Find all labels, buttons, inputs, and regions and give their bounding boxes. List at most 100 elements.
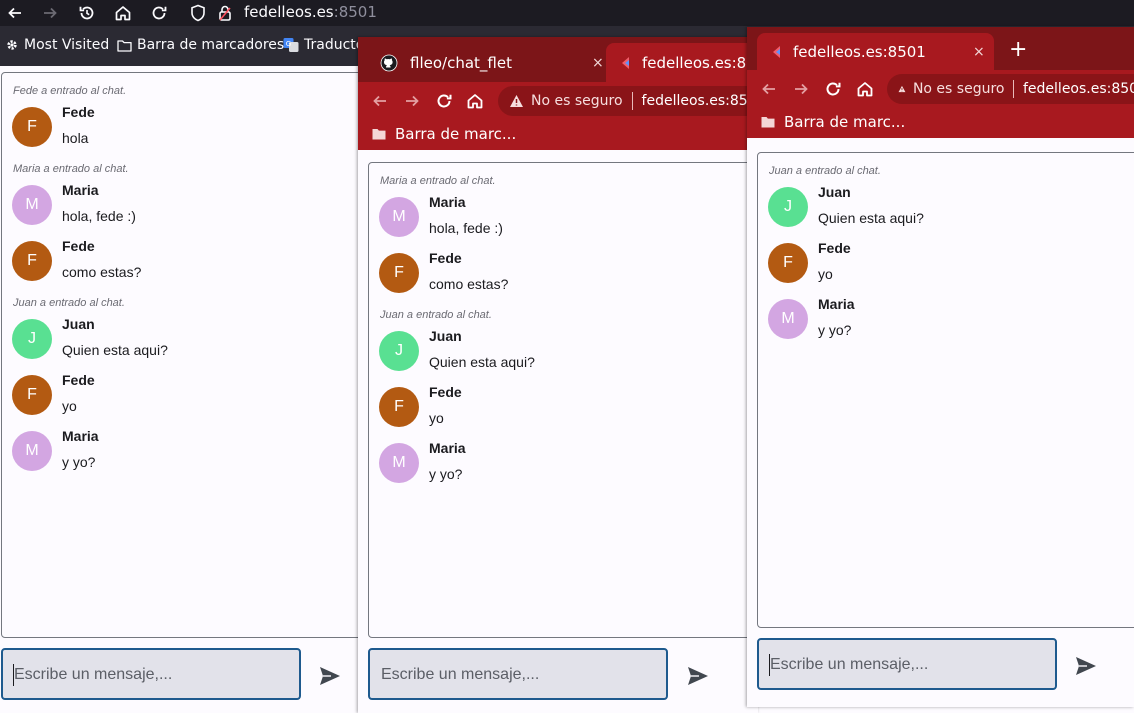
tab-fedelleos[interactable]: fedelleos.es:8501 ×	[757, 33, 994, 70]
arrow-right-icon	[406, 95, 419, 107]
avatar: J	[12, 319, 52, 359]
omnibox[interactable]: No es seguro fedelleos.es:8501	[887, 74, 1134, 104]
forward-button[interactable]	[790, 78, 812, 100]
tab-strip: fedelleos.es:8501 × +	[747, 27, 1134, 70]
message-input-box[interactable]	[757, 638, 1057, 690]
bookmark-most-visited[interactable]: Most Visited	[5, 37, 109, 53]
folder-icon	[117, 39, 132, 52]
arrow-left-icon	[373, 95, 386, 107]
message-input-box[interactable]	[1, 648, 301, 700]
reload-icon	[826, 82, 841, 96]
warning-icon	[510, 95, 523, 107]
bookmark-folder-barra[interactable]: Barra de marcadores	[117, 37, 284, 53]
security-label: No es seguro	[531, 93, 623, 109]
close-tab-icon[interactable]: ×	[973, 44, 985, 60]
back-button[interactable]	[758, 78, 780, 100]
url-bar[interactable]: fedelleos.es:8501	[244, 3, 377, 21]
reload-button[interactable]	[822, 78, 844, 100]
home-button[interactable]	[854, 78, 876, 100]
chat-list[interactable]: Maria a entrado al chat. M Maria hola, fede…	[368, 162, 758, 638]
google-translate-icon: G	[283, 38, 299, 52]
bookmark-folder[interactable]: Barra de marc...	[761, 113, 905, 131]
bookmark-label: Most Visited	[24, 37, 110, 53]
firefox-toolbar: fedelleos.es:8501	[0, 0, 1134, 26]
forward-button[interactable]	[39, 2, 61, 24]
message-username: Fede	[429, 250, 462, 266]
connection-info-button[interactable]	[214, 2, 236, 24]
arrow-left-icon	[8, 7, 21, 19]
join-notice: Maria a entrado al chat.	[13, 163, 129, 175]
forward-button[interactable]	[401, 90, 423, 112]
join-notice: Juan a entrado al chat.	[380, 309, 492, 321]
message-username: Fede	[62, 104, 95, 120]
bookmark-traductor[interactable]: G Traducto	[283, 37, 364, 53]
join-notice: Juan a entrado al chat.	[13, 297, 125, 309]
back-button[interactable]	[369, 90, 391, 112]
message-text: Quien esta aqui?	[818, 210, 924, 226]
chat-list[interactable]: Fede a entrado al chat. F Fede hola Maria a …	[1, 72, 383, 638]
message-username: Juan	[62, 316, 95, 332]
message-text: yo	[818, 266, 833, 282]
folder-icon	[761, 117, 775, 128]
message-input-box[interactable]	[368, 648, 668, 700]
chat-list[interactable]: Juan a entrado al chat. J Juan Quien esta a…	[757, 152, 1134, 628]
svg-text:G: G	[286, 40, 291, 48]
bookmark-folder[interactable]: Barra de marc...	[372, 125, 516, 143]
message-text: yo	[62, 398, 77, 414]
send-button[interactable]	[1071, 651, 1101, 681]
tab-label: fedelleos.es:8501	[793, 42, 926, 61]
avatar: M	[768, 299, 808, 339]
message-username: Fede	[429, 384, 462, 400]
new-tab-button[interactable]: +	[1009, 37, 1027, 62]
reload-button[interactable]	[433, 90, 455, 112]
message-input[interactable]	[12, 650, 294, 700]
chrome-bookmarks-bar: Barra de marc...	[747, 108, 1134, 138]
reload-button[interactable]	[148, 2, 170, 24]
tab-label: fedelleos.es:850	[642, 53, 758, 72]
send-button[interactable]	[683, 661, 713, 691]
tab-fedelleos[interactable]: fedelleos.es:850	[606, 43, 758, 82]
bookmark-label: Barra de marc...	[784, 113, 906, 131]
omnibox[interactable]: No es seguro fedelleos.es:8501	[498, 86, 758, 116]
reload-icon	[152, 6, 167, 20]
message-input[interactable]	[379, 650, 661, 700]
bookmark-label: Barra de marcadores	[137, 37, 285, 53]
message-text: hola, fede :)	[62, 208, 136, 224]
tab-strip: flleo/chat_flet × fedelleos.es:850	[358, 37, 758, 82]
back-button[interactable]	[4, 2, 26, 24]
join-notice: Juan a entrado al chat.	[769, 165, 881, 177]
message-username: Fede	[62, 238, 95, 254]
message-text: hola, fede :)	[429, 220, 503, 236]
reload-icon	[437, 94, 452, 108]
omnibox-separator	[1013, 80, 1014, 98]
message-username: Maria	[429, 440, 466, 456]
home-button[interactable]	[464, 90, 486, 112]
history-button[interactable]	[76, 2, 98, 24]
message-input[interactable]	[768, 640, 1050, 690]
send-icon	[688, 667, 708, 685]
message-username: Juan	[818, 184, 851, 200]
message-username: Fede	[818, 240, 851, 256]
url-host: fedelleos.es	[244, 3, 334, 21]
flet-favicon-icon	[773, 45, 780, 58]
shield-icon	[191, 4, 205, 22]
avatar: J	[379, 331, 419, 371]
bookmark-label: Traducto	[304, 37, 365, 53]
tab-label: flleo/chat_flet	[410, 53, 512, 72]
avatar: F	[768, 243, 808, 283]
send-button[interactable]	[315, 661, 345, 691]
omnibox-separator	[631, 92, 633, 110]
home-button[interactable]	[112, 2, 134, 24]
github-icon	[380, 54, 398, 71]
chrome-window-right: fedelleos.es:8501 × + No es seguro fedel…	[747, 27, 1134, 707]
gear-icon	[7, 40, 17, 50]
close-tab-icon[interactable]: ×	[592, 55, 604, 71]
home-icon	[857, 82, 873, 97]
join-notice: Fede a entrado al chat.	[13, 85, 127, 97]
folder-icon	[372, 129, 386, 140]
arrow-left-icon	[762, 83, 775, 95]
lock-warning-icon	[219, 5, 231, 21]
tracking-protection-button[interactable]	[187, 2, 209, 24]
tab-github[interactable]: flleo/chat_flet ×	[368, 43, 604, 82]
message-text: y yo?	[429, 466, 463, 482]
